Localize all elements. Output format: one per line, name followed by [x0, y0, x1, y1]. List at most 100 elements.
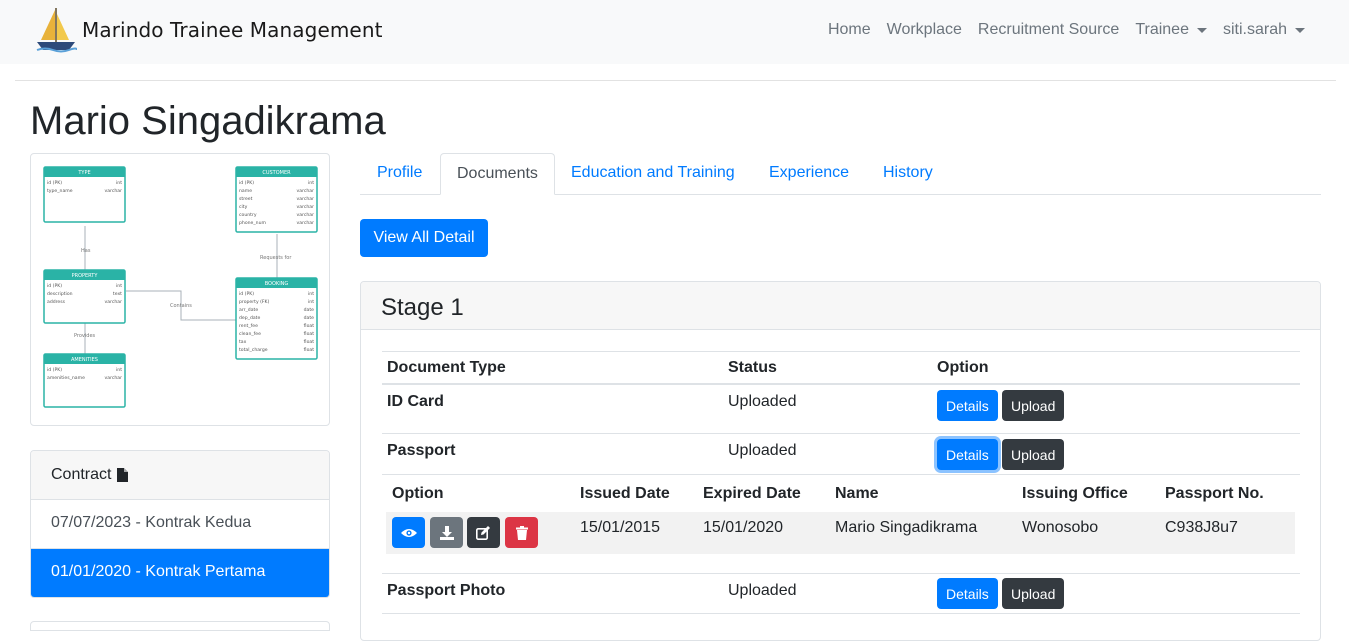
contract-item[interactable]: 07/07/2023 - Kontrak Kedua [31, 500, 329, 549]
erd-rel-provides: Provides [74, 333, 96, 339]
tab-history[interactable]: History [867, 153, 949, 195]
erd-field-name: clean_fee [239, 331, 261, 337]
erd-field-type: varchar [105, 188, 123, 194]
col-status: Status [728, 359, 777, 376]
erd-field-name: phone_num [239, 220, 266, 226]
doc-type: Passport Photo [387, 582, 506, 599]
brand-title: Marindo Trainee Management [82, 18, 383, 42]
holder-name: Mario Singadikrama [835, 519, 978, 536]
erd-field-name: amenities_name [47, 375, 85, 381]
erd-rel-requests: Requests for [260, 255, 292, 261]
erd-field-type: float [304, 347, 315, 353]
view-all-detail-button[interactable]: View All Detail [360, 219, 488, 257]
erd-field-name: dep_date [239, 315, 260, 321]
nav-trainee-label: Trainee [1135, 21, 1189, 38]
next-card [30, 621, 330, 631]
col-passport-no: Passport No. [1165, 485, 1264, 502]
upload-button[interactable]: Upload [1002, 439, 1065, 470]
doc-type: Passport [387, 442, 456, 459]
col-name: Name [835, 485, 879, 502]
issuing-office: Wonosobo [1022, 519, 1099, 536]
col-expired-date: Expired Date [703, 485, 801, 502]
upload-button[interactable]: Upload [1002, 578, 1065, 609]
nav-user-dropdown[interactable]: siti.sarah [1215, 20, 1313, 40]
tab-profile[interactable]: Profile [361, 153, 438, 195]
nav-home[interactable]: Home [820, 20, 879, 40]
main-nav: Home Workplace Recruitment Source Traine… [820, 20, 1313, 40]
nav-trainee-dropdown[interactable]: Trainee [1127, 20, 1215, 40]
erd-field-type: date [304, 315, 315, 321]
view-button[interactable] [392, 517, 425, 548]
doc-status: Uploaded [728, 582, 797, 599]
erd-field-type: text [113, 291, 122, 297]
tab-education-training[interactable]: Education and Training [555, 153, 751, 195]
caret-down-icon [1295, 27, 1305, 33]
table-row: ID Card Uploaded Details Upload [382, 385, 1300, 434]
issued-date: 15/01/2015 [580, 519, 661, 536]
nav-recruitment-source[interactable]: Recruitment Source [970, 20, 1127, 40]
edit-button[interactable] [467, 517, 500, 548]
erd-field-type: float [304, 331, 315, 337]
erd-field-name: rent_fee [239, 323, 258, 329]
erd-table-name: CUSTOMER [262, 170, 291, 176]
erd-field-name: description [47, 291, 73, 297]
erd-field-type: int [116, 283, 122, 289]
eye-icon [400, 528, 417, 537]
erd-field-type: varchar [297, 188, 315, 194]
stage-title: Stage 1 [361, 282, 1320, 330]
erd-field-type: varchar [297, 220, 315, 226]
edit-icon [476, 525, 490, 540]
erd-table-name: PROPERTY [72, 273, 99, 279]
tab-documents[interactable]: Documents [440, 153, 555, 195]
table-row: Passport Uploaded Details Upload [382, 434, 1300, 474]
details-button[interactable]: Details [937, 578, 998, 609]
delete-button[interactable] [505, 517, 538, 548]
nav-user-label: siti.sarah [1222, 21, 1287, 38]
erd-field-type: int [116, 367, 122, 373]
passport-number: C938J8u7 [1165, 519, 1238, 536]
erd-field-type: int [308, 291, 314, 297]
erd-field-name: property (FK) [239, 299, 270, 305]
download-button[interactable] [430, 517, 463, 548]
doc-status: Uploaded [728, 393, 797, 410]
erd-field-type: date [304, 307, 315, 313]
upload-button[interactable]: Upload [1002, 390, 1065, 421]
nav-workplace[interactable]: Workplace [879, 20, 970, 40]
erd-field-type: int [308, 299, 314, 305]
erd-rel-contains: Contains [170, 303, 192, 309]
doc-type: ID Card [387, 393, 444, 410]
details-button[interactable]: Details [937, 390, 998, 421]
erd-field-name: id (PK) [47, 367, 62, 373]
erd-table-name: TYPE [77, 170, 90, 176]
details-button[interactable]: Details [937, 439, 998, 470]
page-title: Mario Singadikrama [30, 99, 386, 143]
col-issuing-office: Issuing Office [1022, 485, 1128, 502]
erd-diagram-image: Has Requests for Contains Provides TYPE i… [43, 166, 318, 408]
erd-field-name: id (PK) [47, 180, 62, 186]
contract-title: Contract [51, 466, 112, 483]
caret-down-icon [1196, 27, 1207, 33]
erd-field-name: id (PK) [239, 291, 254, 297]
brand[interactable]: Marindo Trainee Management [35, 6, 383, 54]
contract-item-active[interactable]: 01/01/2020 - Kontrak Pertama [31, 549, 329, 597]
expired-date: 15/01/2020 [703, 519, 784, 536]
stage-card: Stage 1 Document Type Status Option ID C… [360, 281, 1321, 641]
erd-field-name: id (PK) [239, 180, 254, 186]
divider [382, 474, 1300, 475]
download-icon [439, 525, 454, 540]
erd-field-type: float [304, 323, 315, 329]
col-issued-date: Issued Date [580, 485, 670, 502]
profile-tabs: Profile Documents Education and Training… [360, 153, 1321, 195]
col-option: Option [392, 485, 444, 502]
erd-field-type: varchar [105, 375, 123, 381]
tab-experience[interactable]: Experience [753, 153, 865, 195]
erd-field-name: city [239, 204, 248, 210]
table-header: Document Type Status Option [382, 351, 1300, 385]
file-icon [117, 468, 129, 482]
table-row: 15/01/2015 15/01/2020 Mario Singadikrama… [386, 512, 1295, 554]
erd-field-type: varchar [297, 204, 315, 210]
erd-field-name: arr_date [239, 307, 258, 313]
erd-table-name: BOOKING [265, 281, 289, 287]
contract-header: Contract [31, 451, 329, 500]
erd-field-type: float [304, 339, 315, 345]
